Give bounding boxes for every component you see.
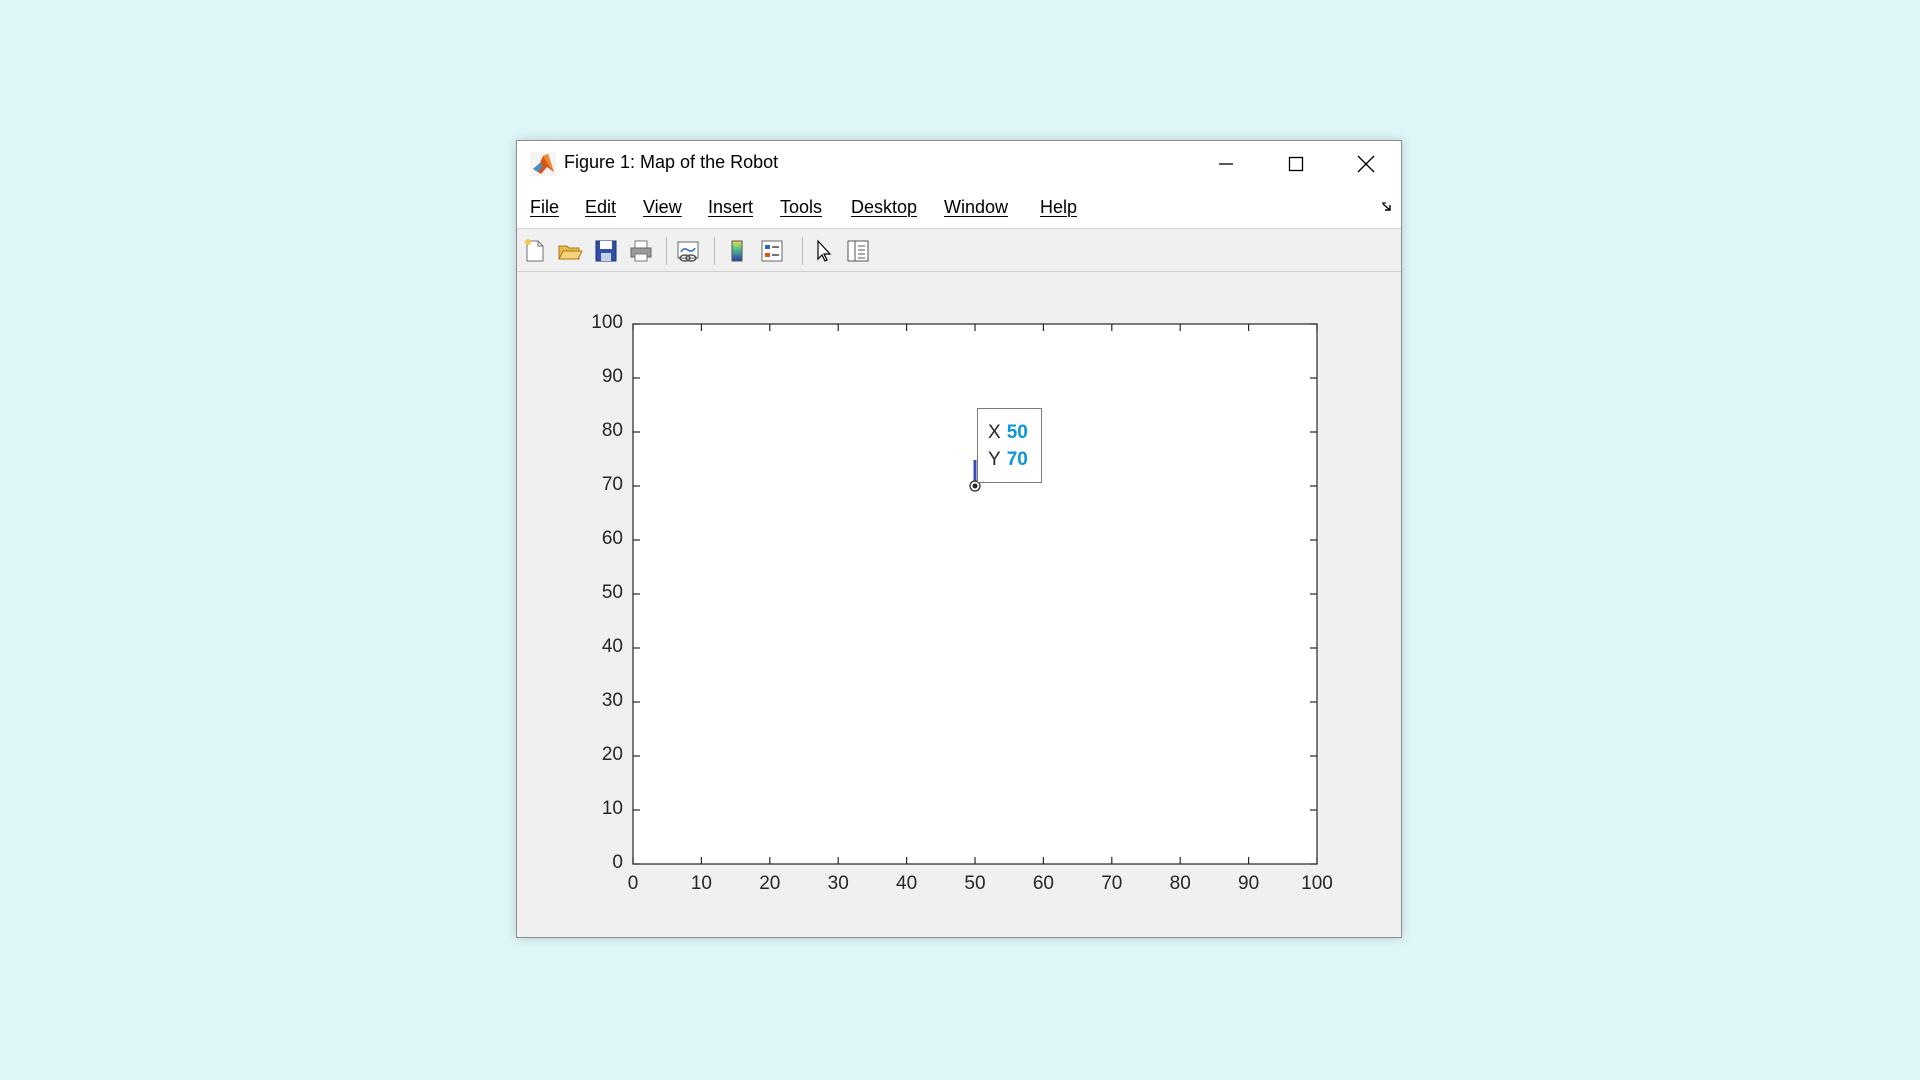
x-tick-label: 80: [1169, 873, 1191, 894]
x-tick-label: 30: [827, 873, 849, 894]
datatip-y-label: Y: [988, 449, 1001, 470]
y-tick-label: 90: [601, 366, 623, 387]
x-tick-label: 50: [964, 873, 986, 894]
y-tick-label: 40: [601, 636, 623, 657]
x-tick-label: 100: [1301, 873, 1333, 894]
datatip[interactable]: X 50 Y 70: [977, 408, 1042, 483]
x-tick-label: 90: [1238, 873, 1260, 894]
datatip-x-value: 50: [1006, 422, 1028, 443]
x-tick-label: 10: [690, 873, 712, 894]
y-tick-label: 70: [601, 474, 623, 495]
x-tick-label: 40: [896, 873, 918, 894]
x-tick-label: 70: [1101, 873, 1123, 894]
axes-background: [632, 323, 1318, 865]
y-tick-label: 80: [601, 420, 623, 441]
datatip-y-value: 70: [1006, 449, 1028, 470]
y-tick-label: 50: [601, 582, 623, 603]
x-tick-label: 60: [1032, 873, 1054, 894]
x-tick-label: 0: [627, 873, 639, 894]
x-tick-label: 20: [759, 873, 781, 894]
plot-axes[interactable]: [0, 0, 1920, 1080]
y-tick-label: 30: [601, 690, 623, 711]
data-point-center: [972, 483, 978, 489]
y-tick-label: 10: [601, 798, 623, 819]
y-tick-label: 100: [591, 312, 623, 333]
y-tick-label: 0: [612, 852, 623, 873]
datatip-x-label: X: [988, 422, 1001, 443]
y-tick-label: 60: [601, 528, 623, 549]
y-tick-label: 20: [601, 744, 623, 765]
